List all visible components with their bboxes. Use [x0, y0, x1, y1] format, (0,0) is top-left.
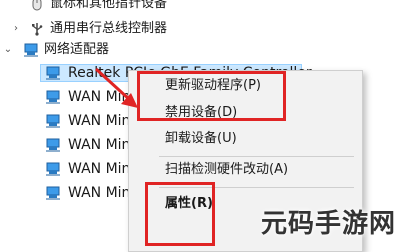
watermark: 元码手游网 [260, 209, 396, 239]
